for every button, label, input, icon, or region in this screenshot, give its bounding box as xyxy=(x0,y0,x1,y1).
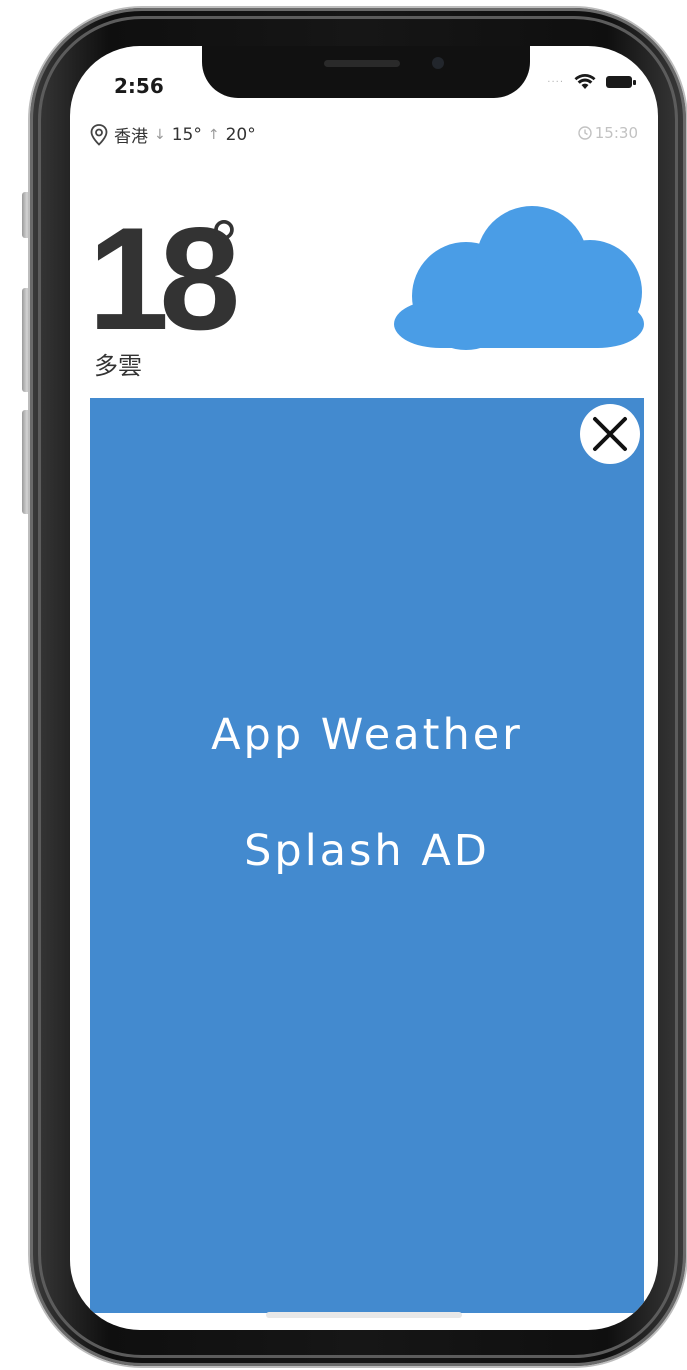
high-temp: 20° xyxy=(225,124,256,145)
high-arrow-icon: ↑ xyxy=(207,126,220,143)
low-arrow-icon: ↓ xyxy=(154,126,166,143)
location-name: 香港 xyxy=(114,127,148,147)
signal-dots-icon: ···· xyxy=(547,76,564,88)
home-indicator[interactable] xyxy=(266,1312,462,1318)
splash-ad[interactable]: App Weather Splash AD xyxy=(90,398,644,1313)
front-camera xyxy=(432,57,444,69)
phone-screen: 2:56 ···· 香港 ↓ 15° ↑ 20° 15:30 18 ° 多雲 A… xyxy=(70,46,658,1330)
cloud-icon xyxy=(394,206,644,350)
current-temperature: 18 ° xyxy=(88,206,240,352)
notch xyxy=(202,46,530,98)
close-icon xyxy=(593,417,627,451)
low-temp: 15° xyxy=(171,124,202,145)
battery-icon xyxy=(606,76,636,88)
location-row: 香港 ↓ 15° ↑ 20° xyxy=(90,122,256,147)
phone-mockup: 2:56 ···· 香港 ↓ 15° ↑ 20° 15:30 18 ° 多雲 A… xyxy=(0,0,687,1370)
ad-title-line2: Splash AD xyxy=(244,826,490,876)
update-time-value: 15:30 xyxy=(594,124,638,142)
wifi-icon xyxy=(574,74,596,89)
weather-condition: 多雲 xyxy=(94,352,142,380)
status-time: 2:56 xyxy=(114,74,164,98)
update-time: 15:30 xyxy=(578,124,638,142)
ad-title-line1: App Weather xyxy=(211,710,523,760)
speaker-grille xyxy=(324,60,400,67)
temperature-unit: ° xyxy=(210,206,238,284)
clock-icon xyxy=(578,126,592,140)
location-pin-icon xyxy=(90,123,108,146)
status-icons: ···· xyxy=(547,74,636,90)
ad-close-button[interactable] xyxy=(580,404,640,464)
